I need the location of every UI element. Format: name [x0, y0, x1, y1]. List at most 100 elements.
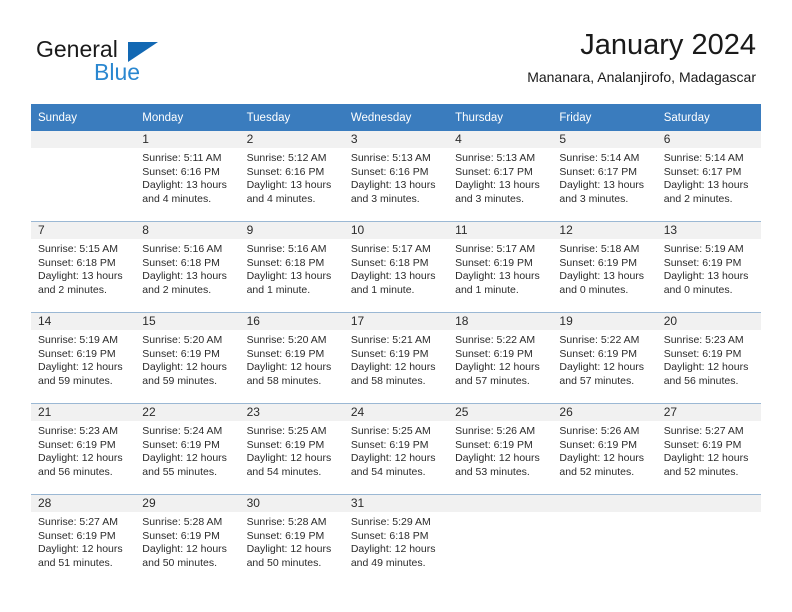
calendar-day-cell[interactable]: 26 Sunrise: 5:26 AM Sunset: 6:19 PM Dayligh… [552, 403, 657, 495]
calendar-day-cell[interactable]: 30 Sunrise: 5:28 AM Sunset: 6:19 PM Dayligh… [239, 494, 344, 585]
sunrise-text: Sunrise: 5:27 AM [38, 516, 118, 528]
calendar-day-cell[interactable]: 24 Sunrise: 5:25 AM Sunset: 6:19 PM Dayligh… [343, 403, 449, 495]
calendar-day-cell[interactable]: 28 Sunrise: 5:27 AM Sunset: 6:19 PM Dayligh… [31, 494, 136, 585]
calendar-day-cell[interactable]: 22 Sunrise: 5:24 AM Sunset: 6:19 PM Dayligh… [135, 403, 240, 495]
sunrise-text: Sunrise: 5:24 AM [142, 425, 223, 437]
sunset-text: Sunset: 6:17 PM [559, 165, 638, 178]
day-details: Sunrise: 5:20 AM Sunset: 6:19 PM Daylight:… [135, 330, 239, 388]
daylight-text: Daylight: 13 hours and 1 minute. [455, 270, 540, 296]
page-header: General Blue January 2024 Mananara, Anal… [0, 0, 792, 100]
day-number [448, 495, 553, 512]
sunset-text: Sunset: 6:19 PM [142, 438, 220, 451]
title-block: January 2024 Mananara, Analanjirofo, Mad… [527, 28, 756, 86]
sunrise-text: Sunrise: 5:22 AM [559, 334, 640, 346]
calendar-day-cell[interactable]: 15 Sunrise: 5:20 AM Sunset: 6:19 PM Dayligh… [135, 312, 240, 404]
calendar-day-cell[interactable]: 8 Sunrise: 5:16 AM Sunset: 6:18 PM Daylight… [135, 221, 240, 313]
day-number: 5 [552, 131, 657, 148]
day-number: 4 [448, 131, 553, 148]
weekday-header-monday: Monday [135, 104, 240, 131]
day-number: 24 [343, 404, 449, 421]
calendar-day-cell[interactable]: 13 Sunrise: 5:19 AM Sunset: 6:19 PM Dayligh… [656, 221, 761, 313]
weekday-header-saturday: Saturday [656, 104, 761, 131]
calendar-day-cell[interactable]: 12 Sunrise: 5:18 AM Sunset: 6:19 PM Dayligh… [552, 221, 657, 313]
daylight-text: Daylight: 12 hours and 59 minutes. [142, 361, 227, 387]
daylight-text: Daylight: 12 hours and 52 minutes. [663, 452, 749, 478]
daylight-text: Daylight: 12 hours and 57 minutes. [455, 361, 540, 387]
calendar-day-cell[interactable]: 14 Sunrise: 5:19 AM Sunset: 6:19 PM Dayligh… [31, 312, 136, 404]
day-number: 6 [656, 131, 761, 148]
calendar-day-cell[interactable]: 7 Sunrise: 5:15 AM Sunset: 6:18 PM Daylight… [31, 221, 136, 313]
day-number: 25 [448, 404, 553, 421]
calendar-day-cell[interactable]: 9 Sunrise: 5:16 AM Sunset: 6:18 PM Daylight… [239, 221, 344, 313]
sunrise-text: Sunrise: 5:25 AM [350, 425, 431, 437]
day-details: Sunrise: 5:26 AM Sunset: 6:19 PM Daylight:… [552, 421, 656, 479]
calendar-day-cell[interactable]: 10 Sunrise: 5:17 AM Sunset: 6:18 PM Dayligh… [343, 221, 449, 313]
daylight-text: Daylight: 13 hours and 4 minutes. [142, 179, 227, 205]
sunrise-text: Sunrise: 5:13 AM [455, 152, 536, 164]
day-details: Sunrise: 5:13 AM Sunset: 6:16 PM Daylight:… [344, 148, 448, 206]
calendar-body: 1 Sunrise: 5:11 AM Sunset: 6:16 PM Daylight… [31, 131, 761, 585]
sunrise-text: Sunrise: 5:28 AM [246, 516, 327, 528]
day-details: Sunrise: 5:19 AM Sunset: 6:19 PM Daylight:… [657, 239, 761, 297]
calendar-day-cell[interactable]: 18 Sunrise: 5:22 AM Sunset: 6:19 PM Dayligh… [448, 312, 553, 404]
calendar-table: Sunday Monday Tuesday Wednesday Thursday… [31, 104, 761, 585]
daylight-text: Daylight: 13 hours and 1 minute. [350, 270, 436, 296]
calendar-day-cell[interactable]: 20 Sunrise: 5:23 AM Sunset: 6:19 PM Dayligh… [656, 312, 761, 404]
sunset-text: Sunset: 6:19 PM [38, 347, 116, 360]
calendar-day-cell[interactable]: 16 Sunrise: 5:20 AM Sunset: 6:19 PM Dayligh… [239, 312, 344, 404]
calendar-day-cell[interactable]: 19 Sunrise: 5:22 AM Sunset: 6:19 PM Dayligh… [552, 312, 657, 404]
logo-text-blue: Blue [94, 59, 141, 85]
calendar-day-cell[interactable]: 23 Sunrise: 5:25 AM Sunset: 6:19 PM Dayligh… [239, 403, 344, 495]
calendar-day-cell[interactable]: 6 Sunrise: 5:14 AM Sunset: 6:17 PM Daylight… [656, 131, 761, 222]
weekday-header-thursday: Thursday [448, 104, 553, 131]
calendar-day-cell[interactable]: 25 Sunrise: 5:26 AM Sunset: 6:19 PM Dayligh… [448, 403, 553, 495]
sunset-text: Sunset: 6:19 PM [142, 529, 220, 542]
sunrise-text: Sunrise: 5:17 AM [455, 243, 536, 255]
calendar-day-cell[interactable]: 4 Sunrise: 5:13 AM Sunset: 6:17 PM Daylight… [448, 131, 553, 222]
daylight-text: Daylight: 12 hours and 55 minutes. [142, 452, 227, 478]
calendar-day-cell[interactable]: 11 Sunrise: 5:17 AM Sunset: 6:19 PM Dayligh… [448, 221, 553, 313]
weekday-header-friday: Friday [552, 104, 657, 131]
day-number: 22 [135, 404, 240, 421]
sunrise-text: Sunrise: 5:20 AM [246, 334, 327, 346]
day-details: Sunrise: 5:15 AM Sunset: 6:18 PM Daylight:… [31, 239, 135, 297]
sunset-text: Sunset: 6:19 PM [246, 438, 325, 451]
sunset-text: Sunset: 6:19 PM [663, 347, 742, 360]
sunset-text: Sunset: 6:18 PM [350, 256, 429, 269]
day-details: Sunrise: 5:22 AM Sunset: 6:19 PM Daylight:… [552, 330, 656, 388]
calendar-day-cell[interactable]: 29 Sunrise: 5:28 AM Sunset: 6:19 PM Dayligh… [135, 494, 240, 585]
calendar-day-cell[interactable]: 27 Sunrise: 5:27 AM Sunset: 6:19 PM Dayligh… [656, 403, 761, 495]
day-number: 20 [656, 313, 761, 330]
day-number: 21 [31, 404, 136, 421]
calendar-day-cell[interactable]: 3 Sunrise: 5:13 AM Sunset: 6:16 PM Daylight… [343, 131, 449, 222]
calendar-week-row: 28 Sunrise: 5:27 AM Sunset: 6:19 PM Dayligh… [31, 494, 761, 585]
calendar-day-cell[interactable]: 5 Sunrise: 5:14 AM Sunset: 6:17 PM Daylight… [552, 131, 657, 222]
calendar-day-cell[interactable]: 21 Sunrise: 5:23 AM Sunset: 6:19 PM Dayligh… [31, 403, 136, 495]
daylight-text: Daylight: 12 hours and 58 minutes. [246, 361, 332, 387]
sunrise-text: Sunrise: 5:16 AM [246, 243, 327, 255]
calendar-empty-cell [552, 494, 657, 585]
daylight-text: Daylight: 12 hours and 52 minutes. [559, 452, 645, 478]
calendar-page: General Blue January 2024 Mananara, Anal… [0, 0, 792, 612]
sunset-text: Sunset: 6:19 PM [246, 347, 325, 360]
day-number: 30 [239, 495, 344, 512]
location-subtitle: Mananara, Analanjirofo, Madagascar [527, 69, 756, 85]
calendar-day-cell[interactable]: 2 Sunrise: 5:12 AM Sunset: 6:16 PM Daylight… [239, 131, 344, 222]
sunset-text: Sunset: 6:18 PM [142, 256, 220, 269]
day-details: Sunrise: 5:22 AM Sunset: 6:19 PM Daylight:… [448, 330, 552, 388]
sunset-text: Sunset: 6:19 PM [246, 529, 325, 542]
calendar-day-cell[interactable]: 17 Sunrise: 5:21 AM Sunset: 6:19 PM Dayligh… [343, 312, 449, 404]
calendar-day-cell[interactable]: 31 Sunrise: 5:29 AM Sunset: 6:18 PM Dayligh… [343, 494, 449, 585]
sunset-text: Sunset: 6:16 PM [350, 165, 429, 178]
sunset-text: Sunset: 6:19 PM [455, 438, 533, 451]
calendar-day-cell[interactable]: 1 Sunrise: 5:11 AM Sunset: 6:16 PM Daylight… [135, 131, 240, 222]
sunrise-text: Sunrise: 5:14 AM [663, 152, 744, 164]
daylight-text: Daylight: 12 hours and 49 minutes. [350, 543, 436, 569]
day-number: 23 [239, 404, 344, 421]
calendar-empty-cell [31, 131, 136, 222]
day-details: Sunrise: 5:28 AM Sunset: 6:19 PM Daylight:… [240, 512, 344, 570]
day-details: Sunrise: 5:16 AM Sunset: 6:18 PM Daylight:… [135, 239, 239, 297]
day-number: 3 [343, 131, 449, 148]
daylight-text: Daylight: 12 hours and 51 minutes. [38, 543, 123, 569]
daylight-text: Daylight: 12 hours and 50 minutes. [246, 543, 332, 569]
